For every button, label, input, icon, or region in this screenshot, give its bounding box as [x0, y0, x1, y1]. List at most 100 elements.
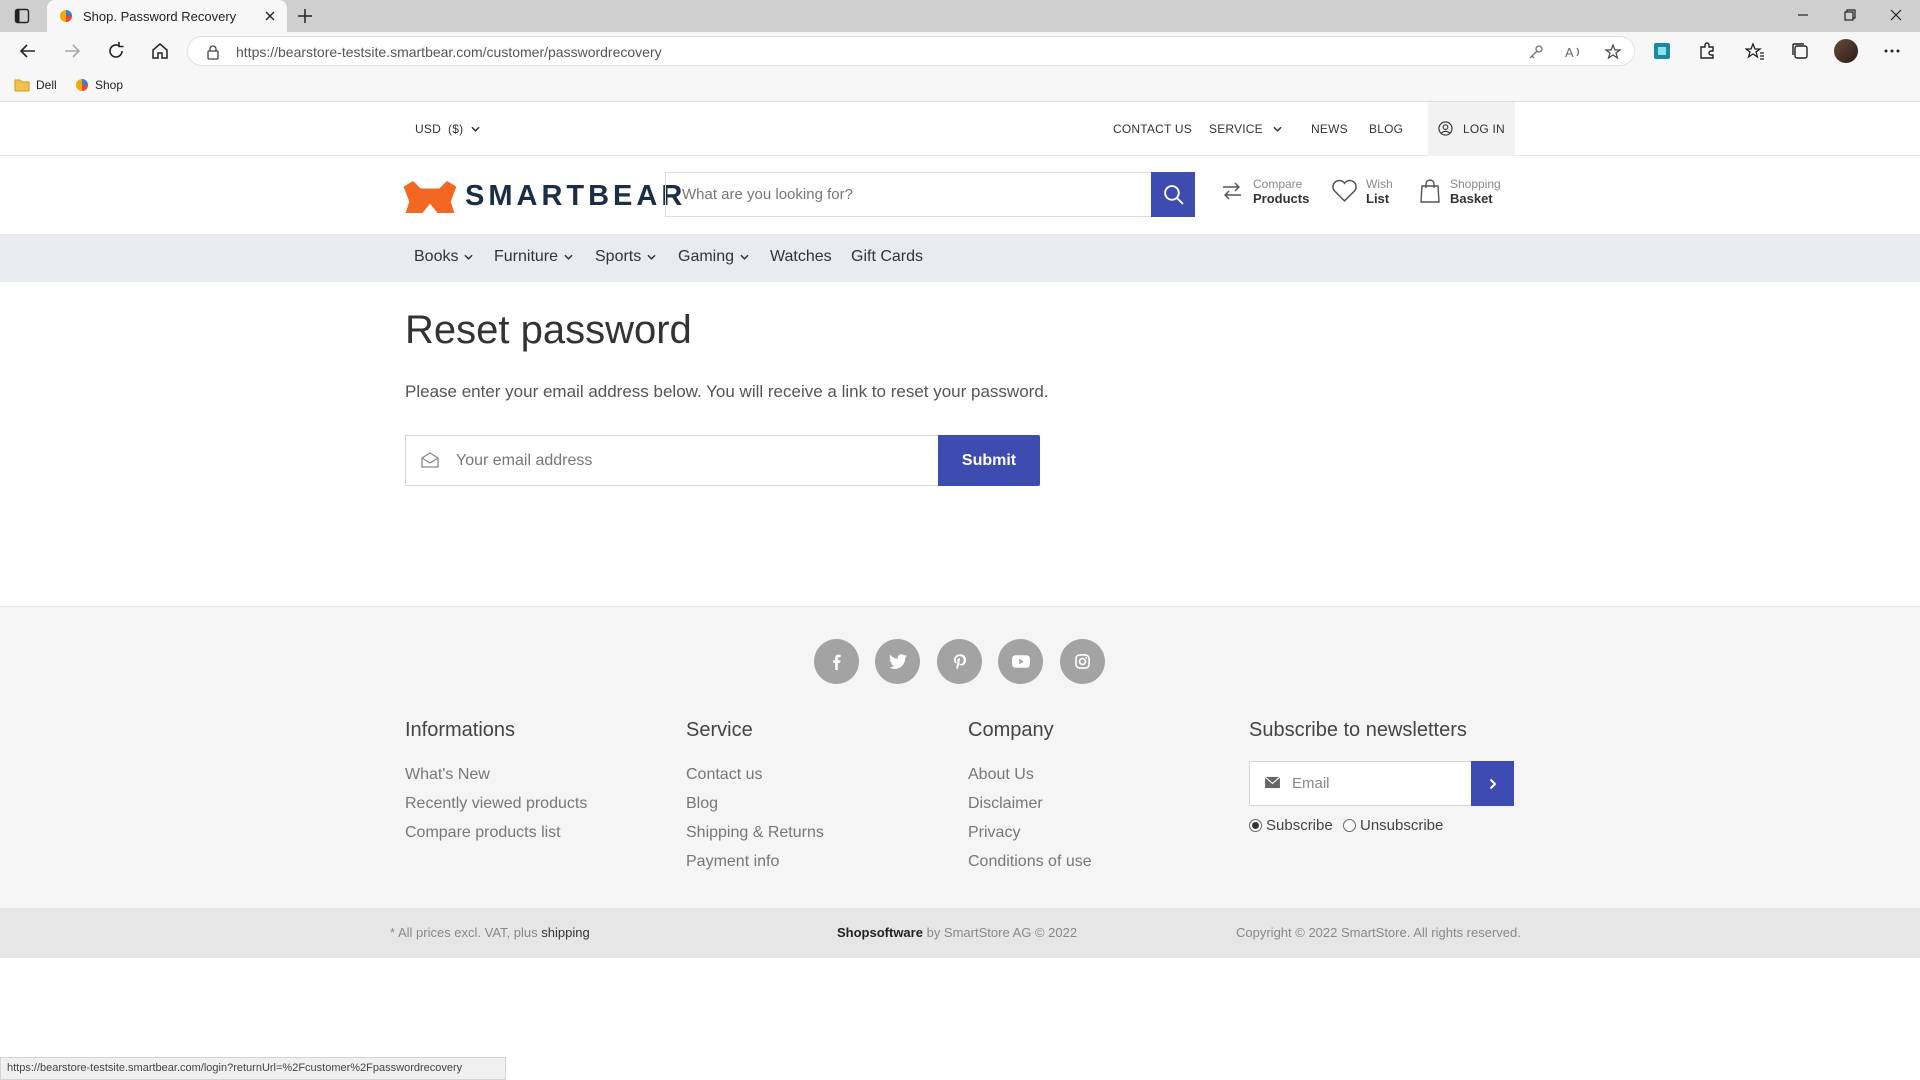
blog-link[interactable]: BLOG — [1369, 122, 1403, 136]
url-text[interactable]: https://bearstore-testsite.smartbear.com… — [236, 44, 662, 60]
submit-button[interactable]: Submit — [938, 435, 1040, 486]
footer-link-privacy[interactable]: Privacy — [968, 824, 1020, 842]
copyright: Copyright © 2022 SmartStore. All rights … — [1236, 925, 1521, 940]
shipping-link[interactable]: shipping — [541, 925, 589, 940]
page-description: Please enter your email address below. Y… — [405, 382, 1049, 401]
page-title: Reset password — [405, 308, 692, 352]
footer-link-recently-viewed[interactable]: Recently viewed products — [405, 795, 587, 813]
news-link[interactable]: NEWS — [1311, 122, 1348, 136]
twitter-icon — [888, 654, 907, 669]
site-topbar: USD ($) CONTACT US SERVICE NEWS BLOG LOG… — [0, 102, 1920, 156]
instagram-icon — [1075, 654, 1090, 669]
close-tab-icon[interactable] — [263, 9, 277, 23]
subscribe-radio[interactable]: Subscribe — [1249, 817, 1333, 834]
footer-link-about-us[interactable]: About Us — [968, 766, 1034, 784]
subscribe-label: Subscribe — [1266, 817, 1333, 834]
key-icon[interactable] — [1528, 44, 1544, 60]
bookmarks-bar: Dell Shop — [0, 70, 1920, 102]
logo-text: SMARTBEAR — [465, 180, 687, 212]
profile-avatar[interactable] — [1834, 39, 1858, 63]
twitter-button[interactable] — [875, 639, 920, 684]
shop-favicon-icon — [76, 79, 88, 91]
chevron-down-icon — [471, 126, 480, 132]
service-dropdown[interactable]: SERVICE — [1209, 122, 1282, 136]
minimize-icon[interactable] — [1796, 8, 1810, 22]
footer-link-conditions[interactable]: Conditions of use — [968, 853, 1092, 871]
search-button[interactable] — [1151, 172, 1195, 217]
radio-checked-icon — [1249, 819, 1262, 832]
read-aloud-icon[interactable]: A — [1565, 44, 1583, 60]
facebook-icon — [832, 654, 841, 670]
search-input[interactable] — [666, 173, 1136, 216]
nav-item-books[interactable]: Books — [414, 248, 474, 266]
pinterest-button[interactable] — [937, 639, 982, 684]
search-icon — [1163, 185, 1184, 205]
close-window-icon[interactable] — [1889, 8, 1903, 22]
back-icon[interactable] — [18, 41, 38, 61]
footer-link-disclaimer[interactable]: Disclaimer — [968, 795, 1043, 813]
nav-item-gift-cards[interactable]: Gift Cards — [851, 248, 923, 266]
footer-link-contact-us[interactable]: Contact us — [686, 766, 762, 784]
address-bar[interactable]: https://bearstore-testsite.smartbear.com… — [187, 36, 1635, 66]
chevron-down-icon — [464, 254, 474, 260]
lock-icon[interactable] — [206, 44, 220, 60]
collections-icon[interactable] — [1790, 41, 1810, 61]
wish-list[interactable]: Wish List — [1331, 178, 1393, 206]
extensions-puzzle-icon[interactable] — [1697, 41, 1717, 61]
email-field-wrapper — [405, 435, 940, 486]
browser-tab-bar: Shop. Password Recovery — [0, 0, 1920, 32]
chevron-down-icon — [564, 254, 573, 260]
nav-item-furniture[interactable]: Furniture — [494, 248, 573, 266]
basket-big: Basket — [1450, 191, 1493, 206]
wish-small: Wish — [1366, 177, 1393, 191]
footer-link-blog[interactable]: Blog — [686, 795, 718, 813]
footer-bottom-bar: * All prices excl. VAT, plus shipping Sh… — [0, 908, 1920, 958]
tab-actions-icon[interactable] — [14, 8, 30, 24]
chevron-down-icon — [647, 254, 656, 260]
unsubscribe-radio[interactable]: Unsubscribe — [1343, 817, 1443, 834]
nav-label: Books — [414, 248, 459, 265]
newsletter-email-input[interactable] — [1292, 762, 1467, 805]
instagram-button[interactable] — [1060, 639, 1105, 684]
footer-heading-service: Service — [686, 719, 753, 741]
shopping-basket[interactable]: Shopping Basket — [1418, 178, 1501, 206]
login-label: LOG IN — [1463, 122, 1505, 136]
svg-text:A: A — [1565, 45, 1574, 60]
chevron-down-icon — [1273, 126, 1282, 132]
nav-label: Watches — [770, 248, 832, 265]
add-favorite-icon[interactable] — [1604, 43, 1622, 61]
shopsoftware-link[interactable]: Shopsoftware — [837, 925, 923, 940]
nav-item-gaming[interactable]: Gaming — [678, 248, 749, 266]
active-tab[interactable]: Shop. Password Recovery — [47, 0, 287, 32]
newsletter-submit-button[interactable] — [1471, 761, 1514, 806]
restore-icon[interactable] — [1843, 8, 1857, 22]
smartbear-logo[interactable]: SMARTBEAR — [403, 180, 686, 213]
compare-icon — [1223, 182, 1241, 200]
footer-link-payment-info[interactable]: Payment info — [686, 853, 779, 871]
compare-products[interactable]: Compare Products — [1219, 178, 1309, 206]
youtube-button[interactable] — [998, 639, 1043, 684]
footer-link-compare-list[interactable]: Compare products list — [405, 824, 561, 842]
status-bar-url: https://bearstore-testsite.smartbear.com… — [0, 1057, 506, 1080]
bookmark-shop[interactable]: Shop — [75, 78, 123, 92]
favorites-icon[interactable] — [1745, 41, 1765, 61]
extension-icon[interactable] — [1652, 41, 1672, 61]
new-tab-icon[interactable] — [296, 7, 314, 25]
contact-us-link[interactable]: CONTACT US — [1113, 122, 1192, 136]
more-options-icon[interactable] — [1882, 41, 1902, 61]
nav-item-watches[interactable]: Watches — [770, 248, 832, 266]
currency-selector[interactable]: USD ($) — [415, 122, 480, 136]
facebook-button[interactable] — [814, 639, 859, 684]
user-icon — [1438, 121, 1453, 136]
bookmark-label: Shop — [95, 78, 124, 92]
nav-label: Furniture — [494, 248, 559, 265]
home-icon[interactable] — [150, 41, 170, 61]
footer-link-shipping-returns[interactable]: Shipping & Returns — [686, 824, 824, 842]
refresh-icon[interactable] — [106, 41, 126, 61]
login-button[interactable]: LOG IN — [1428, 102, 1515, 156]
email-input[interactable] — [456, 436, 926, 485]
nav-item-sports[interactable]: Sports — [595, 248, 656, 266]
bookmark-dell[interactable]: Dell — [14, 78, 57, 92]
forward-icon[interactable] — [62, 41, 82, 61]
footer-link-whats-new[interactable]: What's New — [405, 766, 490, 784]
